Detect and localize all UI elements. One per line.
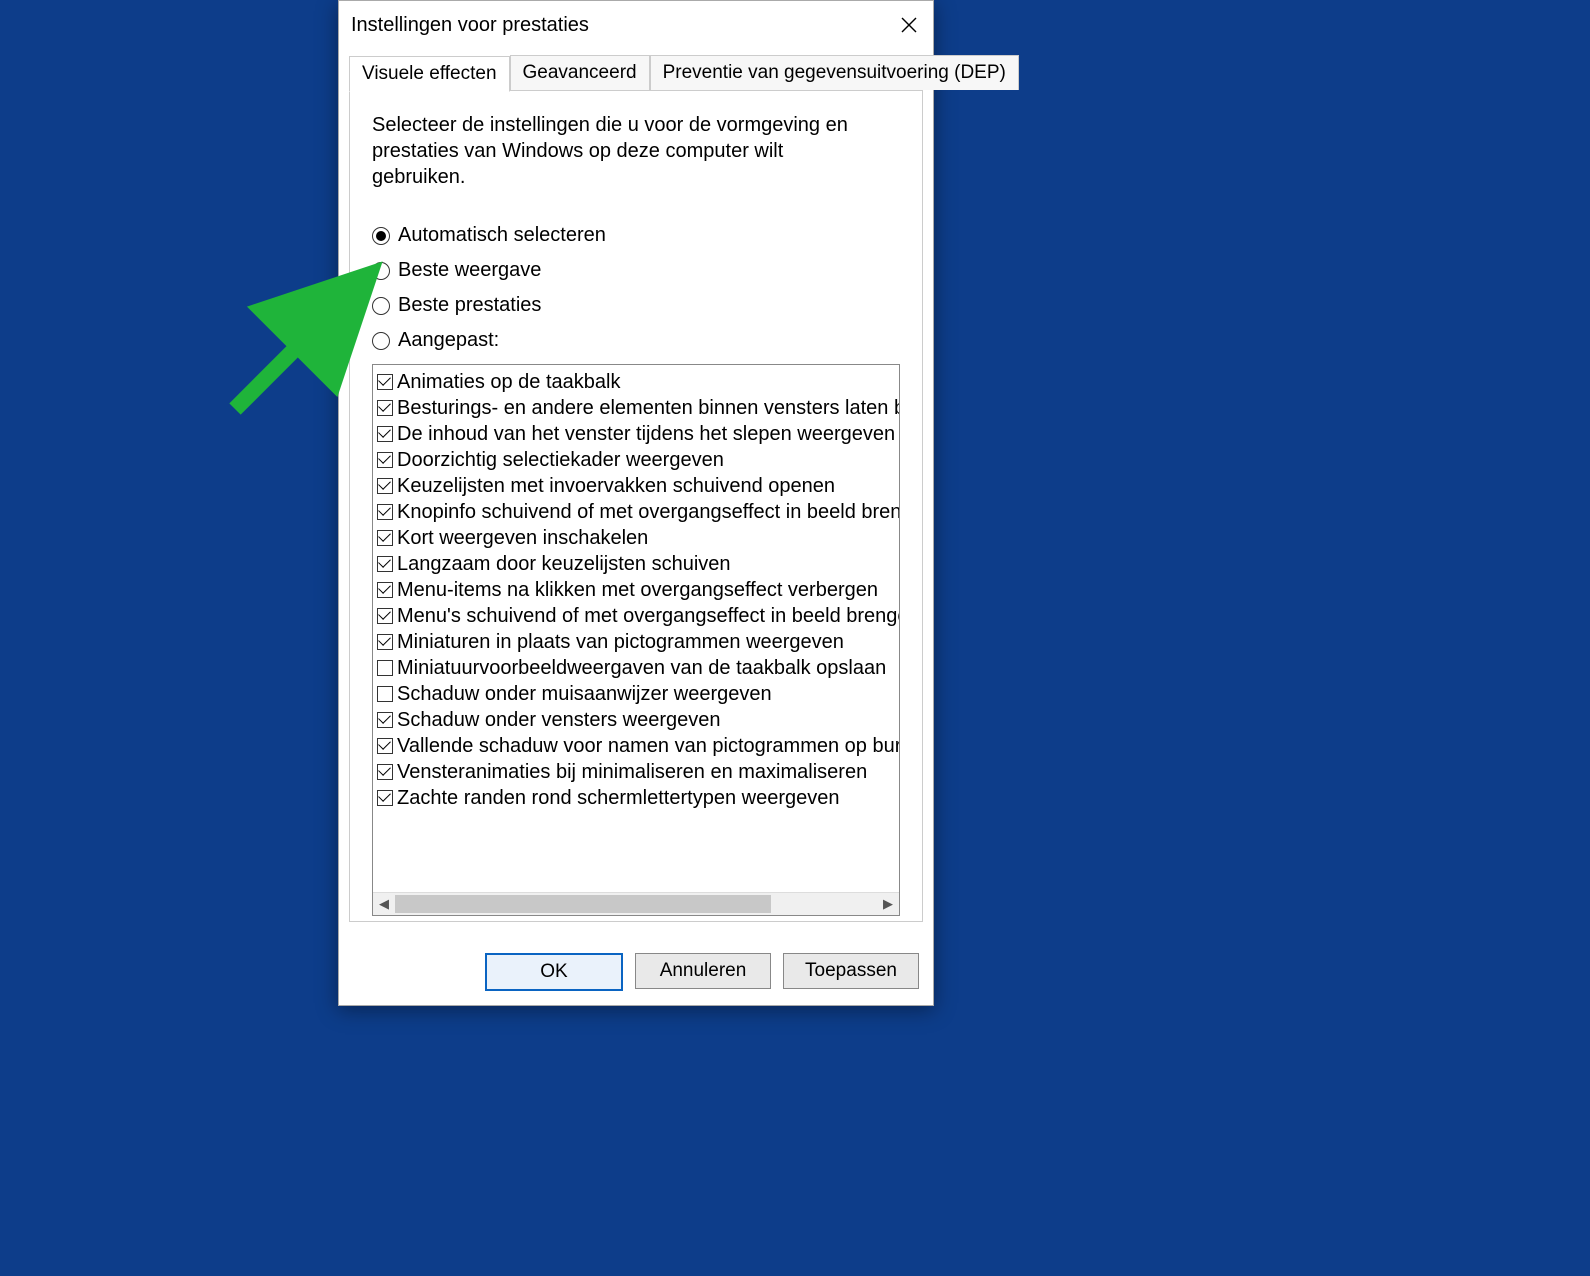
checkbox[interactable] [377,712,393,728]
checkbox-label: Knopinfo schuivend of met overgangseffec… [397,499,900,525]
appearance-radio-group: Automatisch selecteren Beste weergave Be… [372,224,900,352]
effects-listbox[interactable]: Animaties op de taakbalkBesturings- en a… [372,364,900,916]
tab-panel-visual-effects: Selecteer de instellingen die u voor de … [349,90,923,922]
checkbox-label: Miniatuurvoorbeeldweergaven van de taakb… [397,655,886,681]
checkbox[interactable] [377,582,393,598]
close-button[interactable] [885,1,933,49]
tab-advanced[interactable]: Geavanceerd [510,55,650,90]
scroll-right-arrow-icon[interactable]: ▶ [877,893,899,915]
tab-visual-effects[interactable]: Visuele effecten [349,56,510,92]
radio-best-performance-label: Beste prestaties [398,294,541,317]
checkbox-label: Schaduw onder muisaanwijzer weergeven [397,681,772,707]
scroll-thumb[interactable] [395,895,771,913]
checkbox[interactable] [377,478,393,494]
scroll-track[interactable] [395,893,877,915]
cancel-button[interactable]: Annuleren [635,953,771,989]
checkbox-label: Menu's schuivend of met overgangseffect … [397,603,900,629]
checkbox[interactable] [377,686,393,702]
radio-auto[interactable] [372,227,390,245]
list-item[interactable]: Menu-items na klikken met overgangseffec… [377,577,895,603]
list-item[interactable]: Miniaturen in plaats van pictogrammen we… [377,629,895,655]
checkbox-label: Langzaam door keuzelijsten schuiven [397,551,731,577]
tab-dep[interactable]: Preventie van gegevensuitvoering (DEP) [650,55,1019,90]
checkbox[interactable] [377,556,393,572]
list-item[interactable]: Vallende schaduw voor namen van pictogra… [377,733,895,759]
dialog-button-bar: OK Annuleren Toepassen [485,953,919,991]
apply-button[interactable]: Toepassen [783,953,919,989]
list-item[interactable]: Besturings- en andere elementen binnen v… [377,395,895,421]
radio-best-performance[interactable] [372,297,390,315]
list-item[interactable]: Kort weergeven inschakelen [377,525,895,551]
checkbox-label: Doorzichtig selectiekader weergeven [397,447,724,473]
checkbox[interactable] [377,530,393,546]
checkbox[interactable] [377,660,393,676]
list-item[interactable]: Miniatuurvoorbeeldweergaven van de taakb… [377,655,895,681]
checkbox-label: Vensteranimaties bij minimaliseren en ma… [397,759,867,785]
list-item[interactable]: Zachte randen rond schermlettertypen wee… [377,785,895,811]
list-item[interactable]: Animaties op de taakbalk [377,369,895,395]
list-item[interactable]: De inhoud van het venster tijdens het sl… [377,421,895,447]
checkbox[interactable] [377,790,393,806]
ok-button[interactable]: OK [485,953,623,991]
close-icon [901,17,917,33]
radio-auto-row[interactable]: Automatisch selecteren [372,224,900,247]
list-item[interactable]: Schaduw onder vensters weergeven [377,707,895,733]
list-item[interactable]: Keuzelijsten met invoervakken schuivend … [377,473,895,499]
titlebar: Instellingen voor prestaties [339,1,933,49]
radio-best-performance-row[interactable]: Beste prestaties [372,294,900,317]
checkbox[interactable] [377,608,393,624]
radio-custom-row[interactable]: Aangepast: [372,329,900,352]
checkbox[interactable] [377,452,393,468]
checkbox[interactable] [377,374,393,390]
checkbox-label: Vallende schaduw voor namen van pictogra… [397,733,900,759]
tab-strip: Visuele effecten Geavanceerd Preventie v… [349,55,923,91]
checkbox-label: Menu-items na klikken met overgangseffec… [397,577,878,603]
checkbox[interactable] [377,504,393,520]
radio-auto-label: Automatisch selecteren [398,224,606,247]
radio-custom-label: Aangepast: [398,329,499,352]
checkbox[interactable] [377,400,393,416]
effects-list-items: Animaties op de taakbalkBesturings- en a… [373,365,899,811]
scroll-left-arrow-icon[interactable]: ◀ [373,893,395,915]
list-item[interactable]: Knopinfo schuivend of met overgangseffec… [377,499,895,525]
radio-custom[interactable] [372,332,390,350]
checkbox[interactable] [377,764,393,780]
checkbox-label: Zachte randen rond schermlettertypen wee… [397,785,839,811]
horizontal-scrollbar[interactable]: ◀ ▶ [373,892,899,915]
checkbox[interactable] [377,634,393,650]
list-item[interactable]: Vensteranimaties bij minimaliseren en ma… [377,759,895,785]
list-item[interactable]: Doorzichtig selectiekader weergeven [377,447,895,473]
checkbox[interactable] [377,738,393,754]
checkbox-label: Schaduw onder vensters weergeven [397,707,721,733]
list-item[interactable]: Menu's schuivend of met overgangseffect … [377,603,895,629]
checkbox-label: Animaties op de taakbalk [397,369,620,395]
checkbox-label: Keuzelijsten met invoervakken schuivend … [397,473,835,499]
intro-text: Selecteer de instellingen die u voor de … [372,112,872,190]
checkbox-label: Kort weergeven inschakelen [397,525,648,551]
tabs-container: Visuele effecten Geavanceerd Preventie v… [349,55,923,922]
checkbox[interactable] [377,426,393,442]
checkbox-label: De inhoud van het venster tijdens het sl… [397,421,895,447]
performance-options-dialog: Instellingen voor prestaties Visuele eff… [338,0,934,1006]
radio-best-appearance-row[interactable]: Beste weergave [372,259,900,282]
radio-best-appearance[interactable] [372,262,390,280]
checkbox-label: Besturings- en andere elementen binnen v… [397,395,900,421]
dialog-title: Instellingen voor prestaties [351,14,885,37]
checkbox-label: Miniaturen in plaats van pictogrammen we… [397,629,844,655]
list-item[interactable]: Schaduw onder muisaanwijzer weergeven [377,681,895,707]
radio-best-appearance-label: Beste weergave [398,259,541,282]
list-item[interactable]: Langzaam door keuzelijsten schuiven [377,551,895,577]
